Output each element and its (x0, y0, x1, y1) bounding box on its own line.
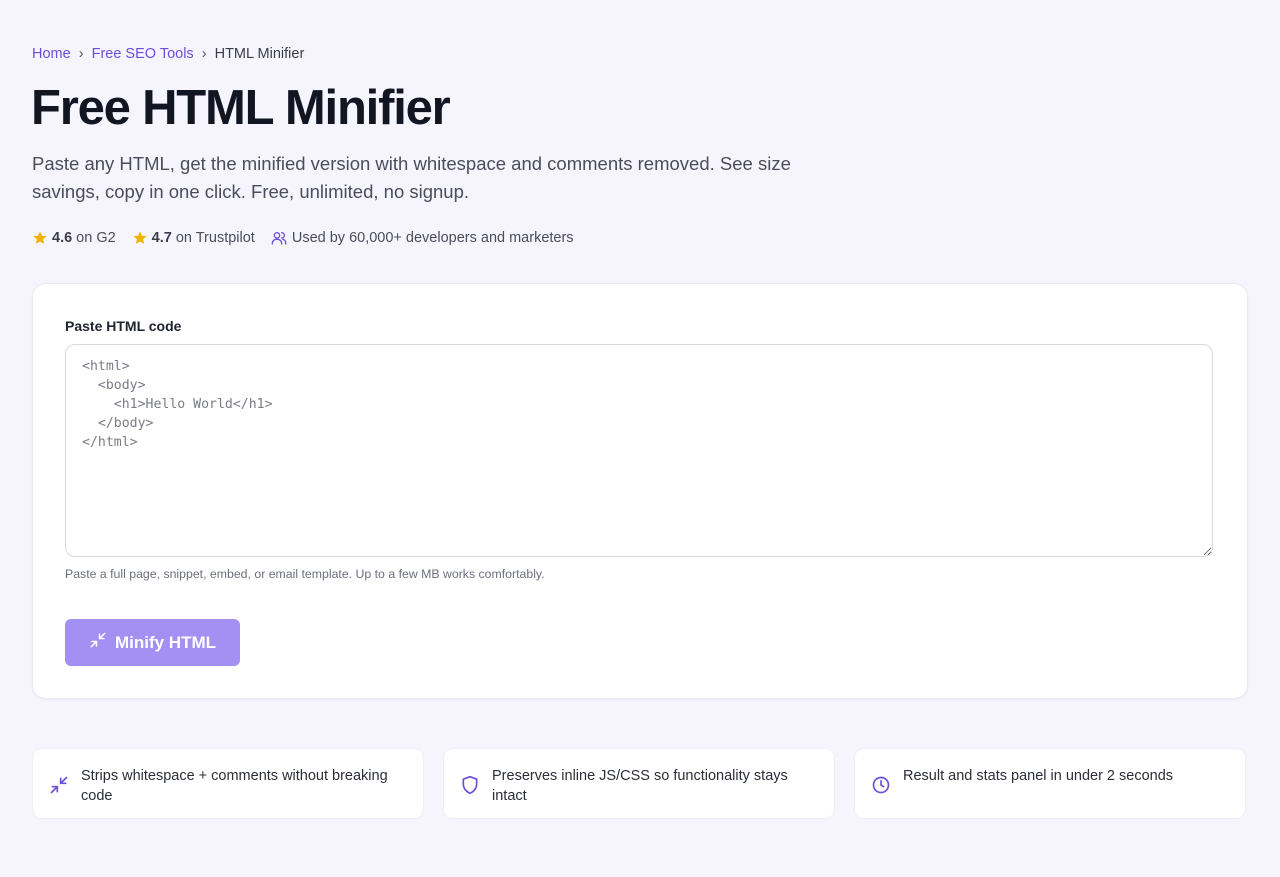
feature-card: Strips whitespace + comments without bre… (32, 748, 424, 819)
breadcrumb-seo-tools-link[interactable]: Free SEO Tools (92, 46, 194, 62)
minify-button-label: Minify HTML (114, 632, 217, 652)
minifier-card: Paste HTML code <html> <body> <h1>Hello … (32, 283, 1248, 699)
breadcrumb-home-link[interactable]: Home (32, 46, 71, 62)
features-row: Strips whitespace + comments without bre… (32, 748, 1246, 819)
users-text: Used by 60,000+ developers and marketers (291, 230, 574, 246)
feature-text: Result and stats panel in under 2 second… (903, 768, 1174, 784)
feature-card: Preserves inline JS/CSS so functionality… (443, 748, 835, 819)
feature-text: Strips whitespace + comments without bre… (81, 768, 388, 804)
feature-card: Result and stats panel in under 2 second… (854, 748, 1246, 819)
page-subtitle: Paste any HTML, get the minified version… (32, 153, 791, 202)
breadcrumb-separator: › (78, 46, 84, 62)
trustpilot-label: on Trustpilot (175, 230, 255, 246)
breadcrumb-separator: › (201, 46, 207, 62)
star-icon (32, 230, 48, 246)
star-icon (132, 230, 148, 246)
ratings-bar: 4.6 on G2 4.7 on Trustpilot Used by 60,0… (32, 230, 574, 246)
trustpilot-score: 4.7 (151, 230, 172, 246)
breadcrumb-current: HTML Minifier (214, 46, 305, 62)
minimize-icon (89, 631, 115, 654)
g2-rating: 4.6 on G2 (32, 230, 116, 246)
breadcrumb: Home › Free SEO Tools › HTML Minifier (32, 46, 304, 62)
code-field-label: Paste HTML code (65, 318, 182, 334)
minify-html-button[interactable]: Minify HTML (65, 619, 240, 666)
code-field-hint: Paste a full page, snippet, embed, or em… (65, 567, 545, 581)
g2-label: on G2 (76, 230, 116, 246)
users-icon (271, 230, 287, 246)
shield-icon (460, 775, 480, 800)
html-code-input[interactable]: <html> <body> <h1>Hello World</h1> </bod… (65, 344, 1213, 557)
feature-text: Preserves inline JS/CSS so functionality… (492, 768, 788, 804)
page-title: Free HTML Minifier (31, 81, 451, 135)
trustpilot-rating: 4.7 on Trustpilot (132, 230, 255, 246)
clock-icon (871, 775, 891, 800)
g2-score: 4.6 (52, 230, 73, 246)
minimize-icon (49, 775, 69, 800)
users-count: Used by 60,000+ developers and marketers (271, 230, 574, 246)
